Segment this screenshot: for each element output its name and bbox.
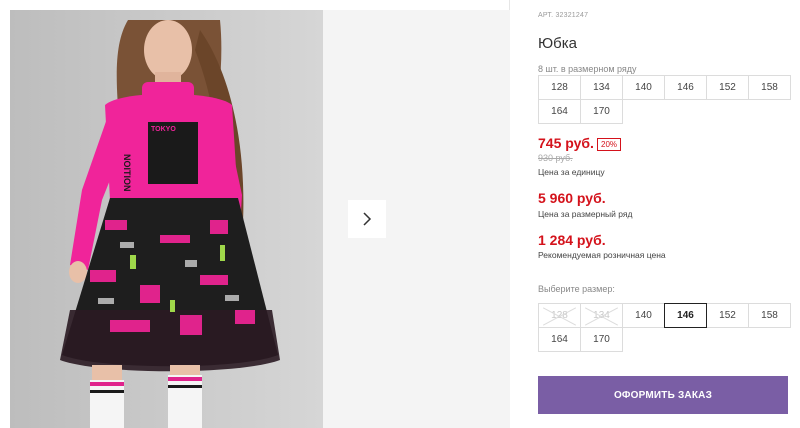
product-title: Юбка [538, 35, 577, 52]
chevron-right-icon [363, 212, 372, 226]
size-row-item: 146 [664, 75, 707, 100]
size-option-170[interactable]: 170 [580, 327, 623, 352]
size-row-item: 128 [538, 75, 581, 100]
size-row-item: 140 [622, 75, 665, 100]
shirt-print-vertical: NOITION [122, 154, 132, 192]
choose-size-label: Выберите размер: [538, 284, 615, 294]
product-info-panel: АРТ. 32321247 Юбка 8 шт. в размерном ряд… [538, 0, 800, 428]
unit-price: 745 руб. [538, 135, 594, 151]
size-row-item: 158 [748, 75, 791, 100]
order-button[interactable]: ОФОРМИТЬ ЗАКАЗ [538, 376, 788, 414]
size-option-140[interactable]: 140 [622, 303, 665, 328]
retail-price: 1 284 руб. [538, 232, 606, 248]
size-row-item: 134 [580, 75, 623, 100]
size-option-164[interactable]: 164 [538, 327, 581, 352]
article-value: 32321247 [555, 12, 589, 19]
size-row-grid: 128 134 140 146 152 158 164 170 [538, 75, 791, 124]
row-price-label: Цена за размерный ряд [538, 209, 633, 219]
size-row-item: 152 [706, 75, 749, 100]
product-gallery: TOKYO NOITION [0, 0, 510, 428]
size-selector: 128 134 140 146 152 158 164 170 [538, 303, 791, 352]
product-photo[interactable]: TOKYO NOITION [10, 10, 323, 428]
unit-price-label: Цена за единицу [538, 167, 605, 177]
shirt-print-text: TOKYO [151, 126, 176, 133]
gallery-next-button[interactable] [348, 200, 386, 238]
size-option-146[interactable]: 146 [664, 303, 707, 328]
size-option-158[interactable]: 158 [748, 303, 791, 328]
article-label: АРТ. [538, 12, 554, 19]
old-price: 930 руб. [538, 153, 573, 163]
size-option-134: 134 [580, 303, 623, 328]
size-row-item: 170 [580, 99, 623, 124]
row-price: 5 960 руб. [538, 190, 606, 206]
size-row-item: 164 [538, 99, 581, 124]
discount-badge: 20% [597, 138, 622, 151]
product-photo-illustration: TOKYO NOITION [10, 10, 323, 428]
retail-price-label: Рекомендуемая розничная цена [538, 250, 666, 260]
size-option-128: 128 [538, 303, 581, 328]
size-option-152[interactable]: 152 [706, 303, 749, 328]
article-number: АРТ. 32321247 [538, 12, 588, 19]
size-row-label: 8 шт. в размерном ряду [538, 64, 637, 74]
